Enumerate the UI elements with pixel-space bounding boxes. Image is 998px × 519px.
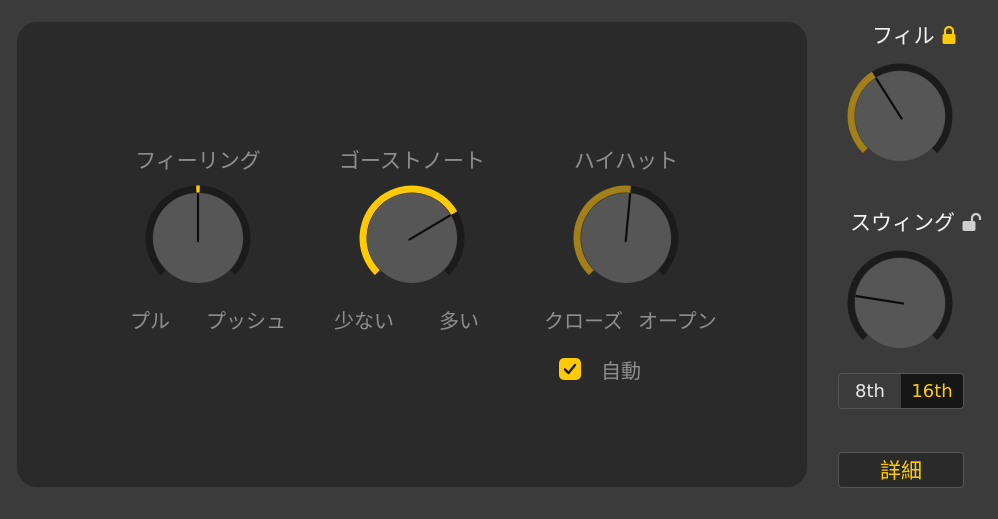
lock-closed-icon[interactable] xyxy=(941,25,957,45)
resolution-16th-button[interactable]: 16th xyxy=(901,374,963,408)
ghost-title: ゴーストノート xyxy=(339,149,485,173)
swing-label-row: スウィング xyxy=(850,207,983,237)
feel-max-label: プッシュ xyxy=(206,309,286,333)
feel-min-label: プル xyxy=(130,309,170,333)
hihat-knob[interactable] xyxy=(566,178,686,298)
auto-label: 自動 xyxy=(601,359,641,383)
resolution-8th-button[interactable]: 8th xyxy=(839,374,901,408)
checkmark-icon xyxy=(563,363,577,375)
fill-label: フィル xyxy=(872,24,935,48)
ghost-max-label: 多い xyxy=(439,309,479,333)
drummer-editor: フィーリング プル プッシュ ゴーストノート 少ない 多い ハイハット クローズ… xyxy=(0,0,998,519)
swing-label: スウィング xyxy=(850,211,955,235)
hihat-max-label: オープン xyxy=(638,309,717,333)
lock-open-icon[interactable] xyxy=(961,212,983,232)
detail-button[interactable]: 詳細 xyxy=(838,452,964,488)
fill-knob[interactable] xyxy=(840,56,960,176)
auto-checkbox[interactable] xyxy=(559,358,581,380)
feel-knob[interactable] xyxy=(138,178,258,298)
swing-knob[interactable] xyxy=(840,243,960,363)
ghost-knob[interactable] xyxy=(352,178,472,298)
hihat-min-label: クローズ xyxy=(544,309,623,333)
hihat-title: ハイハット xyxy=(573,149,679,173)
ghost-min-label: 少ない xyxy=(334,309,394,333)
fill-label-row: フィル xyxy=(872,20,957,50)
resolution-segmented-control: 8th 16th xyxy=(838,373,964,409)
feel-title: フィーリング xyxy=(135,149,261,173)
